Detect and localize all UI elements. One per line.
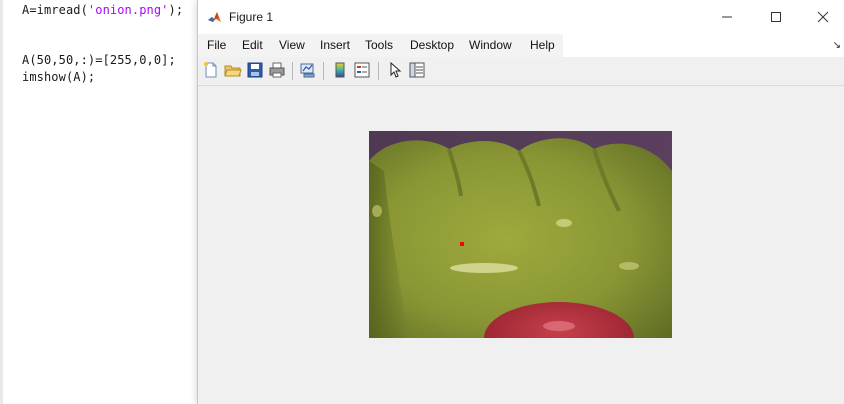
window-title: Figure 1 bbox=[229, 10, 274, 24]
menu-file[interactable]: File bbox=[207, 38, 226, 52]
image-axes[interactable] bbox=[369, 131, 672, 338]
toolbar-separator bbox=[292, 62, 293, 80]
code-text: ); bbox=[168, 3, 184, 17]
editor-gutter bbox=[0, 0, 3, 404]
maximize-icon bbox=[771, 12, 781, 22]
code-line-2[interactable]: A(50,50,:)=[255,0,0]; bbox=[22, 53, 176, 67]
property-inspector-icon[interactable] bbox=[408, 61, 426, 79]
menu-help[interactable]: Help bbox=[530, 38, 555, 52]
menu-desktop[interactable]: Desktop bbox=[410, 38, 454, 52]
desktop: A=imread('onion.png'); A(50,50,:)=[255,0… bbox=[0, 0, 844, 404]
title-bar[interactable]: Figure 1 bbox=[198, 0, 844, 34]
code-string-literal: 'onion.png' bbox=[87, 3, 169, 17]
figure-canvas[interactable] bbox=[198, 86, 844, 404]
insert-legend-icon[interactable] bbox=[353, 61, 371, 79]
figure-toolbar bbox=[198, 57, 844, 86]
save-icon[interactable] bbox=[246, 61, 264, 79]
toolbar-separator bbox=[378, 62, 379, 80]
pepper-highlight bbox=[556, 219, 572, 227]
matlab-logo-icon bbox=[207, 10, 222, 25]
red-marker-pixel bbox=[460, 242, 464, 246]
print-icon[interactable] bbox=[268, 61, 286, 79]
edit-plot-icon[interactable] bbox=[386, 61, 404, 79]
pepper-highlight bbox=[619, 262, 639, 270]
pepper-highlight bbox=[450, 263, 518, 273]
code-line-3[interactable]: imshow(A); bbox=[22, 70, 95, 84]
code-editor[interactable]: A=imread('onion.png'); A(50,50,:)=[255,0… bbox=[0, 0, 210, 404]
pepper-highlight bbox=[372, 205, 382, 217]
toolbar-separator bbox=[323, 62, 324, 80]
menu-edit[interactable]: Edit bbox=[242, 38, 263, 52]
menu-insert[interactable]: Insert bbox=[320, 38, 350, 52]
menu-window[interactable]: Window bbox=[469, 38, 512, 52]
figure-window: Figure 1 File Edit View Insert Tools Des… bbox=[197, 0, 844, 404]
red-fruit-highlight bbox=[543, 321, 575, 331]
menu-bar: File Edit View Insert Tools Desktop Wind… bbox=[198, 34, 844, 57]
minimize-button[interactable] bbox=[705, 4, 749, 30]
close-icon bbox=[817, 11, 829, 23]
dock-arrow-icon[interactable]: ↘ bbox=[833, 40, 841, 51]
menu-view[interactable]: View bbox=[279, 38, 305, 52]
minimize-icon bbox=[722, 16, 732, 18]
maximize-button[interactable] bbox=[754, 4, 798, 30]
insert-colorbar-icon[interactable] bbox=[331, 61, 349, 79]
link-plot-icon[interactable] bbox=[299, 61, 317, 79]
menu-tools[interactable]: Tools bbox=[365, 38, 393, 52]
code-line-1[interactable]: A=imread('onion.png'); bbox=[22, 3, 183, 17]
new-figure-icon[interactable] bbox=[202, 61, 220, 79]
code-text: A=imread( bbox=[22, 3, 88, 17]
close-button[interactable] bbox=[801, 4, 844, 30]
open-file-icon[interactable] bbox=[224, 61, 242, 79]
